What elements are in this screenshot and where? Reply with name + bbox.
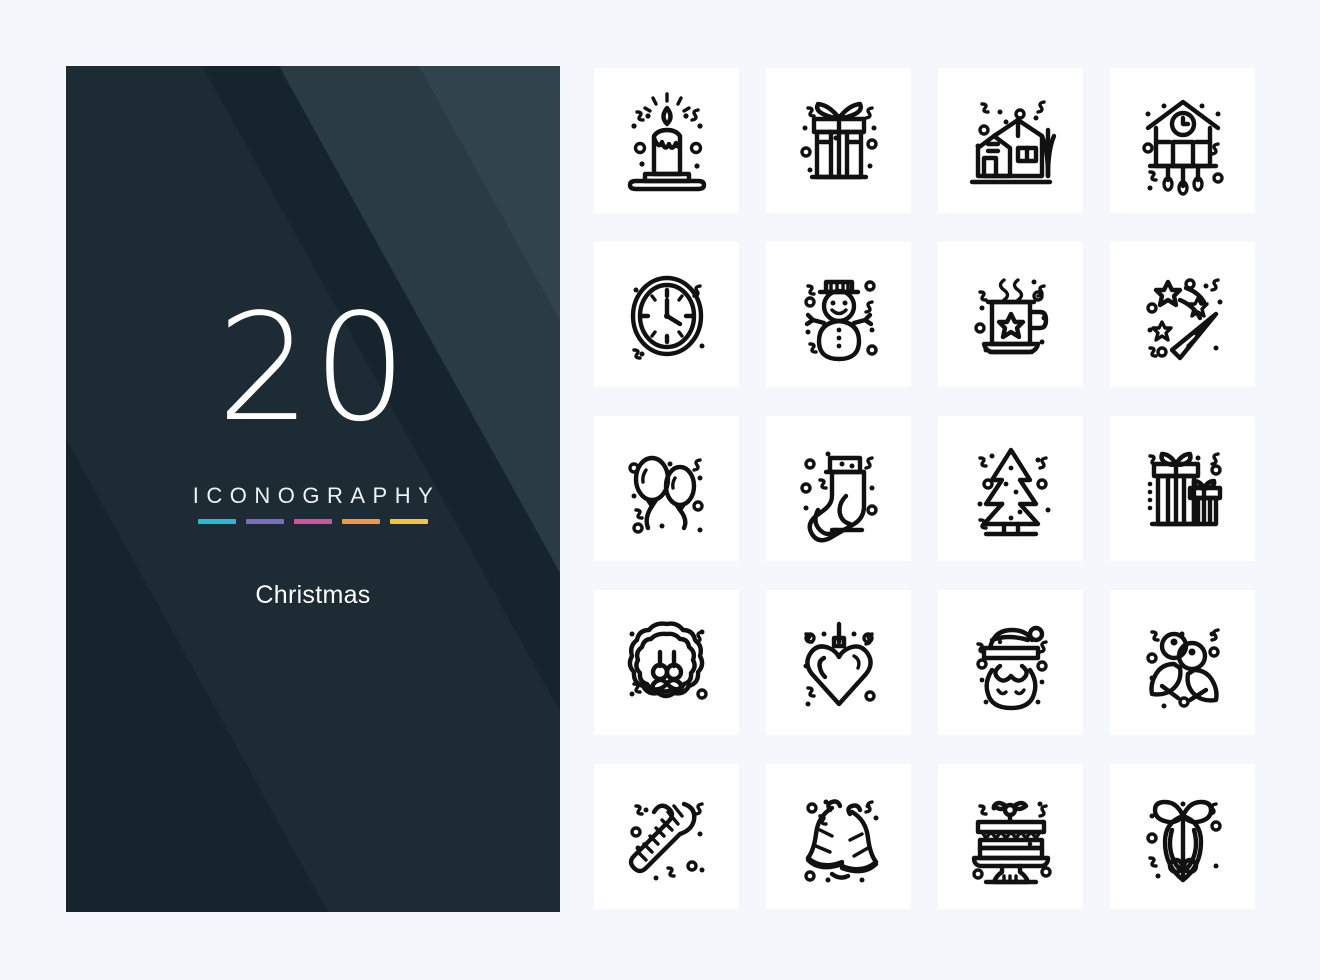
snowman-icon <box>803 279 878 361</box>
icon-card-heart-ornament[interactable] <box>766 590 911 735</box>
icon-card-candle[interactable] <box>594 68 739 213</box>
cuckoo-clock-icon <box>1141 99 1224 196</box>
mistletoe-icon <box>1145 627 1220 708</box>
winter-house-icon <box>969 99 1056 184</box>
candle-icon <box>627 91 706 191</box>
bar-pink <box>294 519 332 524</box>
icon-card-snowman[interactable] <box>766 242 911 387</box>
jingle-bells-icon <box>803 798 878 882</box>
icon-grid <box>594 68 1255 912</box>
icon-card-christmas-cake[interactable] <box>938 764 1083 909</box>
icon-card-santa-claus[interactable] <box>938 590 1083 735</box>
icon-card-winter-house[interactable] <box>938 68 1083 213</box>
icon-card-party-popper[interactable] <box>1110 242 1255 387</box>
stocking-icon <box>799 451 878 542</box>
gift-box-icon <box>799 101 878 179</box>
icon-card-wall-clock[interactable] <box>594 242 739 387</box>
hot-drink-icon <box>973 277 1048 354</box>
heart-ornament-icon <box>803 621 876 706</box>
icon-card-balloons[interactable] <box>594 416 739 561</box>
cover-panel: 20 ICONOGRAPHY Christmas <box>66 66 560 912</box>
bar-cyan <box>198 519 236 524</box>
accent-bar-group <box>198 519 428 524</box>
christmas-cake-icon <box>971 800 1052 884</box>
bar-yellow <box>390 519 428 524</box>
icon-card-stocking[interactable] <box>766 416 911 561</box>
candy-cane-icon <box>628 801 704 880</box>
cover-subtitle: Christmas <box>255 581 371 609</box>
bar-orange <box>342 519 380 524</box>
icon-card-presents[interactable] <box>1110 416 1255 561</box>
wreath-icon <box>627 620 708 700</box>
christmas-tree-icon <box>977 447 1050 536</box>
icon-card-cuckoo-clock[interactable] <box>1110 68 1255 213</box>
santa-claus-icon <box>975 625 1048 710</box>
icon-card-mistletoe[interactable] <box>1110 590 1255 735</box>
bar-purple <box>246 519 284 524</box>
icon-count: 20 <box>216 282 410 454</box>
presents-icon <box>1147 451 1222 526</box>
wordmark: ICONOGRAPHY <box>192 483 441 508</box>
icon-card-wreath[interactable] <box>594 590 739 735</box>
icon-card-pine-cone-bow[interactable] <box>1110 764 1255 909</box>
wall-clock-icon <box>630 275 704 360</box>
party-popper-icon <box>1145 277 1222 360</box>
icon-card-christmas-tree[interactable] <box>938 416 1083 561</box>
icon-card-jingle-bells[interactable] <box>766 764 911 909</box>
icon-card-hot-drink[interactable] <box>938 242 1083 387</box>
icon-card-gift-box[interactable] <box>766 68 911 213</box>
pine-cone-bow-icon <box>1145 799 1222 882</box>
balloons-icon <box>627 455 704 534</box>
icon-card-candy-cane[interactable] <box>594 764 739 909</box>
